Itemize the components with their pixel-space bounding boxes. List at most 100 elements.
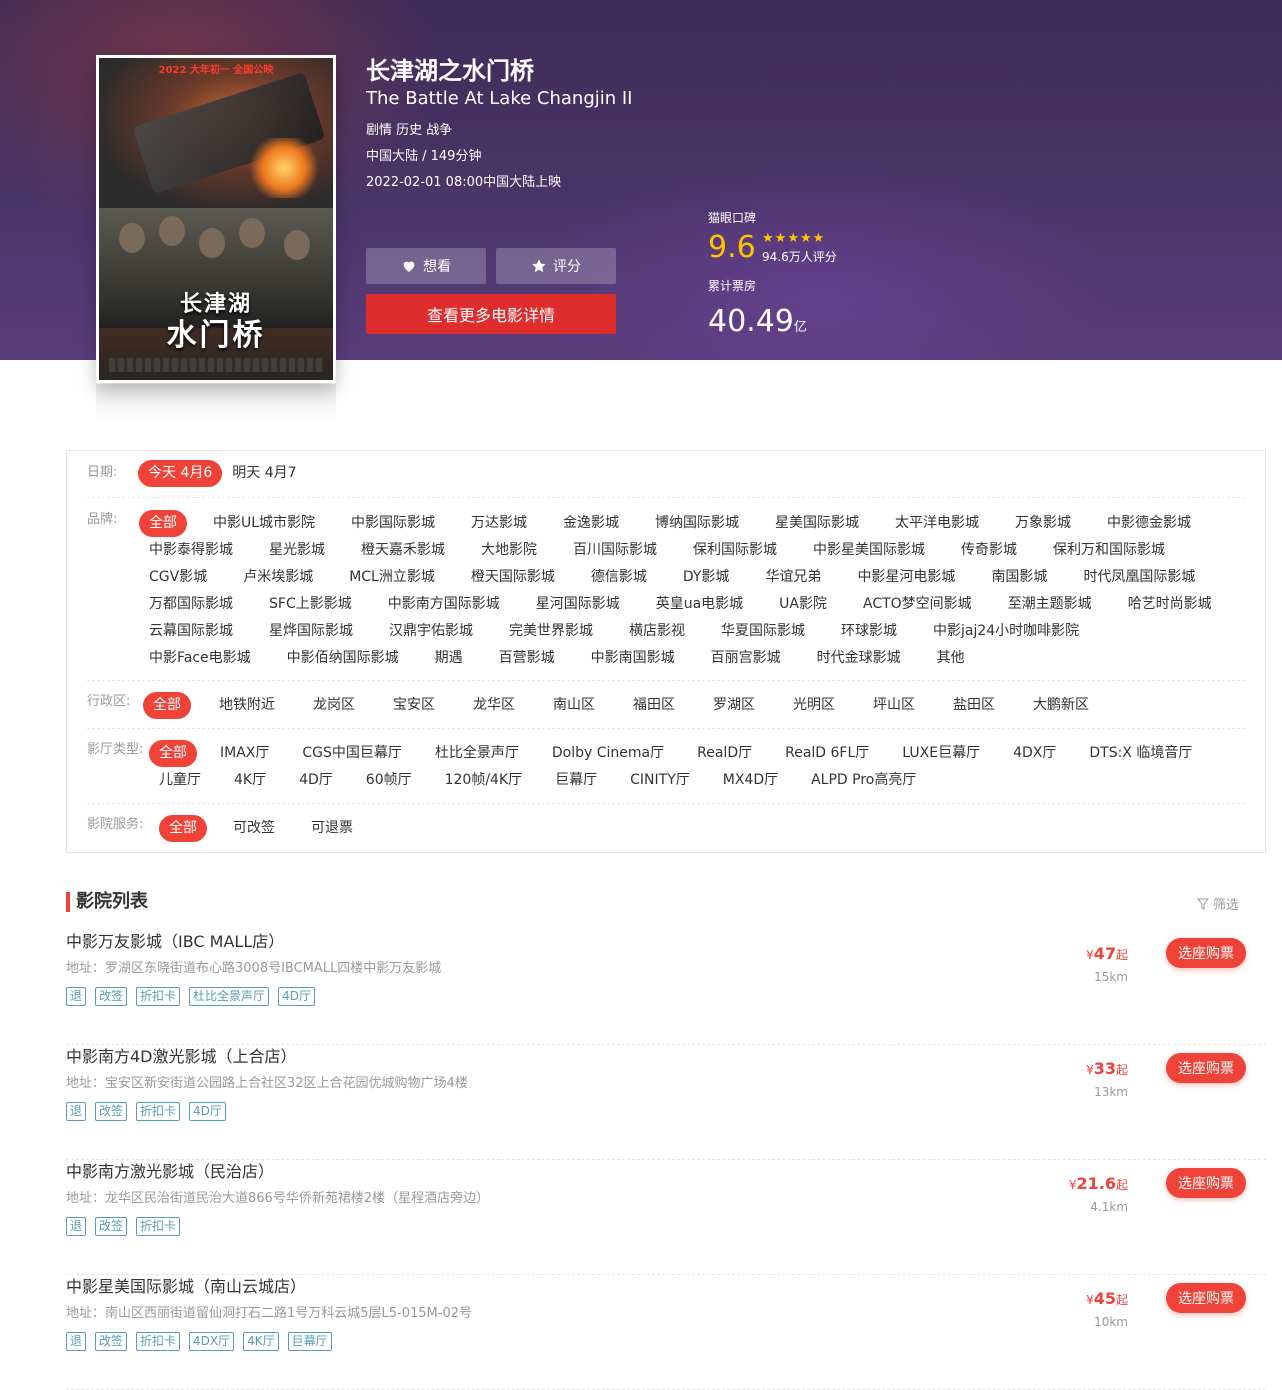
filter-hall-option[interactable]: MX4D厅 bbox=[713, 767, 788, 794]
filter-district-option[interactable]: 盐田区 bbox=[943, 692, 1005, 719]
filter-service-option[interactable]: 可改签 bbox=[223, 815, 285, 842]
filter-district-option[interactable]: 坪山区 bbox=[863, 692, 925, 719]
filter-brand-option[interactable]: 橙天嘉禾影城 bbox=[351, 537, 455, 564]
filter-hall-option[interactable]: ALPD Pro高亮厅 bbox=[801, 767, 926, 794]
filter-brand-option[interactable]: 时代凤凰国际影城 bbox=[1073, 564, 1205, 591]
filter-hall-option[interactable]: 120帧/4K厅 bbox=[435, 767, 533, 794]
filter-brand-option[interactable]: 星光影城 bbox=[259, 537, 335, 564]
filter-brand-option[interactable]: 中影星美国际影城 bbox=[803, 537, 935, 564]
filter-brand-option[interactable]: 南国影城 bbox=[981, 564, 1057, 591]
filter-brand-option[interactable]: 英皇ua电影城 bbox=[646, 591, 753, 618]
movie-detail-button[interactable]: 查看更多电影详情 bbox=[366, 294, 616, 334]
filter-brand-option[interactable]: 传奇影城 bbox=[951, 537, 1027, 564]
filter-brand-option[interactable]: 中影国际影城 bbox=[341, 510, 445, 537]
filter-brand-option[interactable]: 中影星河电影城 bbox=[847, 564, 965, 591]
movie-poster[interactable]: 2022 大年初一 全国公映 长津湖 水门桥 bbox=[96, 55, 336, 383]
filter-brand-option[interactable]: 完美世界影城 bbox=[499, 618, 603, 645]
filter-brand-option[interactable]: 保利国际影城 bbox=[683, 537, 787, 564]
filter-district-option[interactable]: 龙华区 bbox=[463, 692, 525, 719]
filter-brand-option[interactable]: 万象影城 bbox=[1005, 510, 1081, 537]
filter-district-option[interactable]: 全部 bbox=[143, 692, 191, 719]
filter-brand-option[interactable]: DY影城 bbox=[673, 564, 740, 591]
cinema-filter-button[interactable]: 筛选 bbox=[1197, 894, 1239, 913]
filter-brand-option[interactable]: 金逸影城 bbox=[553, 510, 629, 537]
filter-brand-option[interactable]: 华夏国际影城 bbox=[711, 618, 815, 645]
filter-hall-option[interactable]: IMAX厅 bbox=[210, 740, 279, 767]
filter-brand-option[interactable]: ACTO梦空间影城 bbox=[853, 591, 982, 618]
filter-brand-option[interactable]: 万达影城 bbox=[461, 510, 537, 537]
want-button[interactable]: 想看 bbox=[366, 248, 486, 284]
cinema-name[interactable]: 中影南方激光影城（民治店） bbox=[66, 1160, 274, 1184]
buy-ticket-button[interactable]: 选座购票 bbox=[1166, 1283, 1246, 1313]
filter-date-option[interactable]: 今天 4月6 bbox=[138, 460, 223, 487]
filter-brand-option[interactable]: 星美国际影城 bbox=[765, 510, 869, 537]
filter-hall-option[interactable]: CINITY厅 bbox=[620, 767, 700, 794]
filter-hall-option[interactable]: 4DX厅 bbox=[1003, 740, 1066, 767]
buy-ticket-button[interactable]: 选座购票 bbox=[1166, 1168, 1246, 1198]
filter-brand-option[interactable]: 太平洋电影城 bbox=[885, 510, 989, 537]
filter-brand-option[interactable]: SFC上影影城 bbox=[259, 591, 362, 618]
filter-brand-option[interactable]: 中影jaj24小时咖啡影院 bbox=[923, 618, 1089, 645]
filter-brand-option[interactable]: UA影院 bbox=[769, 591, 837, 618]
filter-brand-option[interactable]: 保利万和国际影城 bbox=[1043, 537, 1175, 564]
filter-brand-option[interactable]: 橙天国际影城 bbox=[461, 564, 565, 591]
filter-hall-option[interactable]: 4D厅 bbox=[289, 767, 343, 794]
filter-brand-option[interactable]: 全部 bbox=[139, 510, 187, 537]
filter-hall-option[interactable]: RealD厅 bbox=[687, 740, 762, 767]
filter-brand-option[interactable]: 中影南国影城 bbox=[581, 645, 685, 672]
filter-brand-option[interactable]: 大地影院 bbox=[471, 537, 547, 564]
filter-hall-option[interactable]: 60帧厅 bbox=[356, 767, 422, 794]
filter-hall-option[interactable]: 巨幕厅 bbox=[545, 767, 607, 794]
filter-hall-option[interactable]: Dolby Cinema厅 bbox=[542, 740, 674, 767]
filter-brand-option[interactable]: 汉鼎宇佑影城 bbox=[379, 618, 483, 645]
filter-date-option[interactable]: 明天 4月7 bbox=[222, 460, 306, 487]
filter-brand-option[interactable]: 时代金球影城 bbox=[807, 645, 911, 672]
filter-brand-option[interactable]: 博纳国际影城 bbox=[645, 510, 749, 537]
filter-district-option[interactable]: 光明区 bbox=[783, 692, 845, 719]
filter-district-option[interactable]: 罗湖区 bbox=[703, 692, 765, 719]
filter-district-option[interactable]: 大鹏新区 bbox=[1023, 692, 1099, 719]
filter-brand-option[interactable]: 中影泰得影城 bbox=[139, 537, 243, 564]
filter-brand-option[interactable]: MCL洲立影城 bbox=[339, 564, 445, 591]
filter-brand-option[interactable]: 其他 bbox=[927, 645, 975, 672]
cinema-name[interactable]: 中影星美国际影城（南山云城店） bbox=[66, 1275, 306, 1299]
filter-hall-option[interactable]: 4K厅 bbox=[224, 767, 276, 794]
filter-brand-option[interactable]: 至潮主题影城 bbox=[998, 591, 1102, 618]
filter-brand-option[interactable]: 华谊兄弟 bbox=[755, 564, 831, 591]
filter-district-option[interactable]: 南山区 bbox=[543, 692, 605, 719]
filter-brand-option[interactable]: 横店影视 bbox=[619, 618, 695, 645]
filter-brand-option[interactable]: 星河国际影城 bbox=[526, 591, 630, 618]
filter-brand-option[interactable]: 百丽宫影城 bbox=[701, 645, 791, 672]
filter-brand-option[interactable]: 百营影城 bbox=[489, 645, 565, 672]
buy-ticket-button[interactable]: 选座购票 bbox=[1166, 1053, 1246, 1083]
cinema-name[interactable]: 中影南方4D激光影城（上合店） bbox=[66, 1045, 297, 1069]
filter-hall-option[interactable]: 全部 bbox=[149, 740, 197, 767]
filter-hall-option[interactable]: CGS中国巨幕厅 bbox=[292, 740, 412, 767]
filter-brand-option[interactable]: 期遇 bbox=[425, 645, 473, 672]
filter-district-option[interactable]: 福田区 bbox=[623, 692, 685, 719]
filter-district-option[interactable]: 宝安区 bbox=[383, 692, 445, 719]
filter-brand-option[interactable]: 哈艺时尚影城 bbox=[1118, 591, 1222, 618]
filter-brand-option[interactable]: 中影佰纳国际影城 bbox=[277, 645, 409, 672]
filter-brand-option[interactable]: 百川国际影城 bbox=[563, 537, 667, 564]
filter-hall-option[interactable]: RealD 6FL厅 bbox=[775, 740, 879, 767]
cinema-name[interactable]: 中影万友影城（IBC MALL店） bbox=[66, 930, 284, 954]
rate-button[interactable]: 评分 bbox=[496, 248, 616, 284]
filter-brand-option[interactable]: 中影Face电影城 bbox=[139, 645, 261, 672]
filter-brand-option[interactable]: 星烨国际影城 bbox=[259, 618, 363, 645]
filter-brand-option[interactable]: 卢米埃影城 bbox=[233, 564, 323, 591]
filter-brand-option[interactable]: 中影德金影城 bbox=[1097, 510, 1201, 537]
filter-service-option[interactable]: 可退票 bbox=[301, 815, 363, 842]
filter-brand-option[interactable]: 万都国际影城 bbox=[139, 591, 243, 618]
filter-district-option[interactable]: 龙岗区 bbox=[303, 692, 365, 719]
filter-district-option[interactable]: 地铁附近 bbox=[209, 692, 285, 719]
filter-brand-option[interactable]: 中影UL城市影院 bbox=[203, 510, 325, 537]
filter-brand-option[interactable]: 中影南方国际影城 bbox=[378, 591, 510, 618]
filter-hall-option[interactable]: LUXE巨幕厅 bbox=[892, 740, 990, 767]
filter-brand-option[interactable]: 云幕国际影城 bbox=[139, 618, 243, 645]
filter-service-option[interactable]: 全部 bbox=[159, 815, 207, 842]
filter-brand-option[interactable]: CGV影城 bbox=[139, 564, 217, 591]
filter-brand-option[interactable]: 德信影城 bbox=[581, 564, 657, 591]
filter-hall-option[interactable]: 杜比全景声厅 bbox=[425, 740, 529, 767]
filter-brand-option[interactable]: 环球影城 bbox=[831, 618, 907, 645]
